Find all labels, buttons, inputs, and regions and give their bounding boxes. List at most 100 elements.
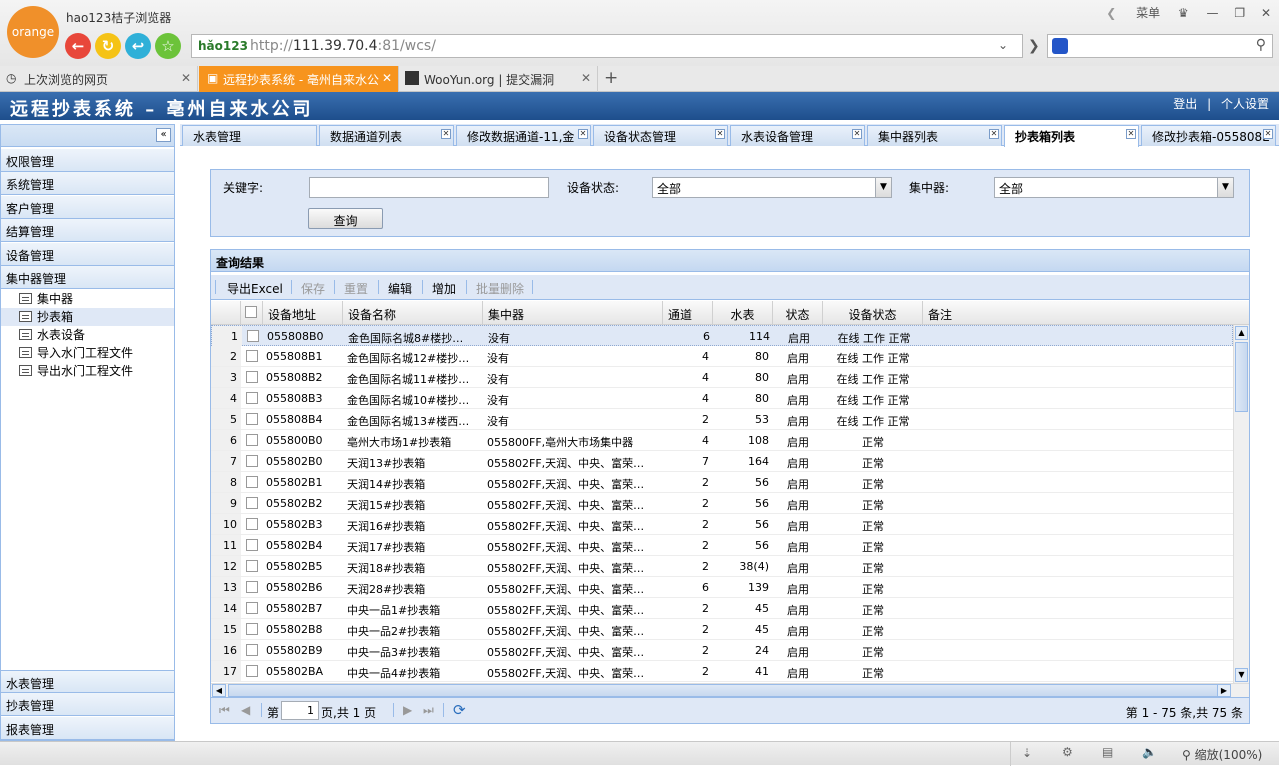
close-tab-icon[interactable]: ✕ (715, 129, 725, 139)
tab-edit-data-channel[interactable]: 修改数据通道-11,金 ✕ (456, 125, 591, 146)
home-icon[interactable]: ↩ (125, 33, 151, 59)
chevron-down-icon[interactable]: ▼ (875, 178, 891, 197)
tree-item[interactable]: 导出水门工程文件 (19, 362, 133, 380)
next-page-icon[interactable]: ▶ (403, 703, 412, 717)
page-number-input[interactable]: 1 (281, 701, 319, 720)
collapse-chevron-icon[interactable]: ❮ (1106, 6, 1116, 20)
close-icon[interactable]: ✕ (1261, 6, 1271, 20)
search-box[interactable]: ⚲ (1047, 34, 1273, 58)
tab-device-status[interactable]: 设备状态管理 ✕ (593, 125, 728, 146)
search-icon[interactable]: ⚲ (1256, 37, 1266, 53)
sidebar-section[interactable]: 报表管理 (1, 717, 174, 740)
collapse-sidebar-icon[interactable]: « (156, 128, 171, 142)
close-tab-icon[interactable]: ✕ (181, 71, 191, 85)
scroll-left-icon[interactable]: ◀ (212, 684, 226, 697)
row-checkbox[interactable] (246, 539, 258, 551)
row-checkbox[interactable] (246, 665, 258, 677)
row-checkbox[interactable] (246, 518, 258, 530)
browser-tab[interactable]: WooYun.org | 提交漏洞 ✕ (400, 66, 598, 92)
sidebar-section[interactable]: 权限管理 (1, 149, 174, 172)
edit-button[interactable]: 编辑 (388, 280, 412, 297)
reset-button[interactable]: 重置 (344, 280, 368, 297)
table-row[interactable]: 10 055802B3 天润16#抄表箱 055802FF,天润、中央、富荣… 2 56 启… (211, 514, 1233, 535)
browser-tab[interactable]: ◷ 上次浏览的网页 ✕ (0, 66, 198, 92)
sidebar-section[interactable]: 抄表管理 (1, 693, 174, 716)
tab-meter-box-list[interactable]: 抄表箱列表 ✕ (1004, 125, 1139, 147)
vertical-scrollbar[interactable]: ▲ ▼ (1233, 325, 1249, 683)
tree-item[interactable]: 集中器 (19, 290, 73, 308)
tree-item-selected[interactable]: 抄表箱 (1, 308, 174, 326)
table-row[interactable]: 3 055808B2 金色国际名城11#楼抄… 没有 4 80 启用 在线 工作 正常 (211, 367, 1233, 388)
url-text[interactable]: http://111.39.70.4:81/wcs/ (250, 38, 436, 54)
table-row[interactable]: 6 055800B0 亳州大市场1#抄表箱 055800FF,亳州大市场集中器 4 108… (211, 430, 1233, 451)
table-row[interactable]: 8 055802B1 天润14#抄表箱 055802FF,天润、中央、富荣… 2 56 启用… (211, 472, 1233, 493)
column-header[interactable]: 设备地址 (263, 301, 343, 325)
keyword-input[interactable] (309, 177, 549, 198)
browser-tab-active[interactable]: ▣ 远程抄表系统 - 亳州自来水公司 ✕ (199, 66, 399, 92)
row-checkbox[interactable] (246, 371, 258, 383)
go-arrow-icon[interactable]: ❯ (1028, 38, 1040, 54)
table-row[interactable]: 12 055802B5 天润18#抄表箱 055802FF,天润、中央、富荣… 2 38(… (211, 556, 1233, 577)
add-button[interactable]: 增加 (432, 280, 456, 297)
close-tab-icon[interactable]: ✕ (989, 129, 999, 139)
row-checkbox[interactable] (246, 413, 258, 425)
row-checkbox[interactable] (246, 392, 258, 404)
row-checkbox[interactable] (246, 602, 258, 614)
table-row[interactable]: 5 055808B4 金色国际名城13#楼西… 没有 2 53 启用 在线 工作 正常 (211, 409, 1233, 430)
column-header[interactable]: 设备名称 (343, 301, 483, 325)
batch-delete-button[interactable]: 批量删除 (476, 280, 524, 297)
tab-water-meter-device[interactable]: 水表设备管理 ✕ (730, 125, 865, 146)
sidebar-section[interactable]: 结算管理 (1, 219, 174, 242)
first-page-icon[interactable]: ⏮ (219, 703, 230, 718)
restore-icon[interactable]: ❐ (1234, 6, 1245, 20)
scroll-thumb[interactable] (1235, 342, 1248, 412)
table-row[interactable]: 9 055802B2 天润15#抄表箱 055802FF,天润、中央、富荣… 2 56 启用… (211, 493, 1233, 514)
concentrator-select[interactable]: 全部 ▼ (994, 177, 1234, 198)
table-row[interactable]: 11 055802B4 天润17#抄表箱 055802FF,天润、中央、富荣… 2 56 启… (211, 535, 1233, 556)
column-header[interactable]: 设备状态 (823, 301, 923, 325)
close-tab-icon[interactable]: ✕ (1263, 129, 1273, 139)
prev-page-icon[interactable]: ◀ (241, 703, 250, 717)
menu-button[interactable]: 菜单 (1136, 6, 1160, 20)
select-all-checkbox[interactable] (245, 306, 257, 318)
address-bar[interactable]: hǎo123 http://111.39.70.4:81/wcs/ ⌄ (191, 34, 1023, 58)
sidebar-section[interactable]: 系统管理 (1, 172, 174, 195)
shirt-icon[interactable]: ♛ (1178, 6, 1189, 20)
row-checkbox[interactable] (246, 434, 258, 446)
sidebar-section[interactable]: 水表管理 (1, 670, 174, 693)
download-icon[interactable]: ⇣ (1022, 746, 1032, 760)
window-icon[interactable]: ▤ (1102, 745, 1113, 759)
sidebar-section-active[interactable]: 集中器管理 (1, 266, 174, 289)
table-row[interactable]: 14 055802B7 中央一品1#抄表箱 055802FF,天润、中央、富荣… 2 45… (211, 598, 1233, 619)
sidebar-section[interactable]: 设备管理 (1, 243, 174, 266)
scroll-up-icon[interactable]: ▲ (1235, 326, 1248, 340)
zoom-control[interactable]: ⚲ 缩放(100%) (1182, 746, 1262, 763)
row-checkbox[interactable] (246, 497, 258, 509)
gear-icon[interactable]: ⚙ (1062, 745, 1073, 759)
device-status-select[interactable]: 全部 ▼ (652, 177, 892, 198)
scroll-down-icon[interactable]: ▼ (1235, 668, 1248, 682)
row-checkbox[interactable] (247, 330, 259, 342)
refresh-icon[interactable]: ↻ (95, 33, 121, 59)
horizontal-scrollbar[interactable]: ◀ ▶ (211, 683, 1249, 697)
row-checkbox[interactable] (246, 455, 258, 467)
tree-item[interactable]: 导入水门工程文件 (19, 344, 133, 362)
close-tab-icon[interactable]: ✕ (441, 129, 451, 139)
close-tab-icon[interactable]: ✕ (378, 71, 392, 85)
row-checkbox[interactable] (246, 476, 258, 488)
column-header[interactable]: 集中器 (483, 301, 663, 325)
column-header[interactable]: 备注 (923, 301, 1249, 325)
table-row[interactable]: 16 055802B9 中央一品3#抄表箱 055802FF,天润、中央、富荣… 2 24… (211, 640, 1233, 661)
table-row[interactable]: 15 055802B8 中央一品2#抄表箱 055802FF,天润、中央、富荣… 2 45… (211, 619, 1233, 640)
row-checkbox[interactable] (246, 581, 258, 593)
row-checkbox[interactable] (246, 560, 258, 572)
close-tab-icon[interactable]: ✕ (581, 71, 591, 85)
chevron-down-icon[interactable]: ⌄ (998, 38, 1008, 52)
tab-concentrator-list[interactable]: 集中器列表 ✕ (867, 125, 1002, 146)
column-header[interactable]: 通道 (663, 301, 713, 325)
close-tab-icon[interactable]: ✕ (852, 129, 862, 139)
profile-link[interactable]: 个人设置 (1221, 97, 1269, 111)
tab-data-channel-list[interactable]: 数据通道列表 ✕ (319, 125, 454, 146)
table-row[interactable]: 17 055802BA 中央一品4#抄表箱 055802FF,天润、中央、富荣… 2 41… (211, 661, 1233, 682)
minimize-icon[interactable]: — (1207, 6, 1219, 20)
